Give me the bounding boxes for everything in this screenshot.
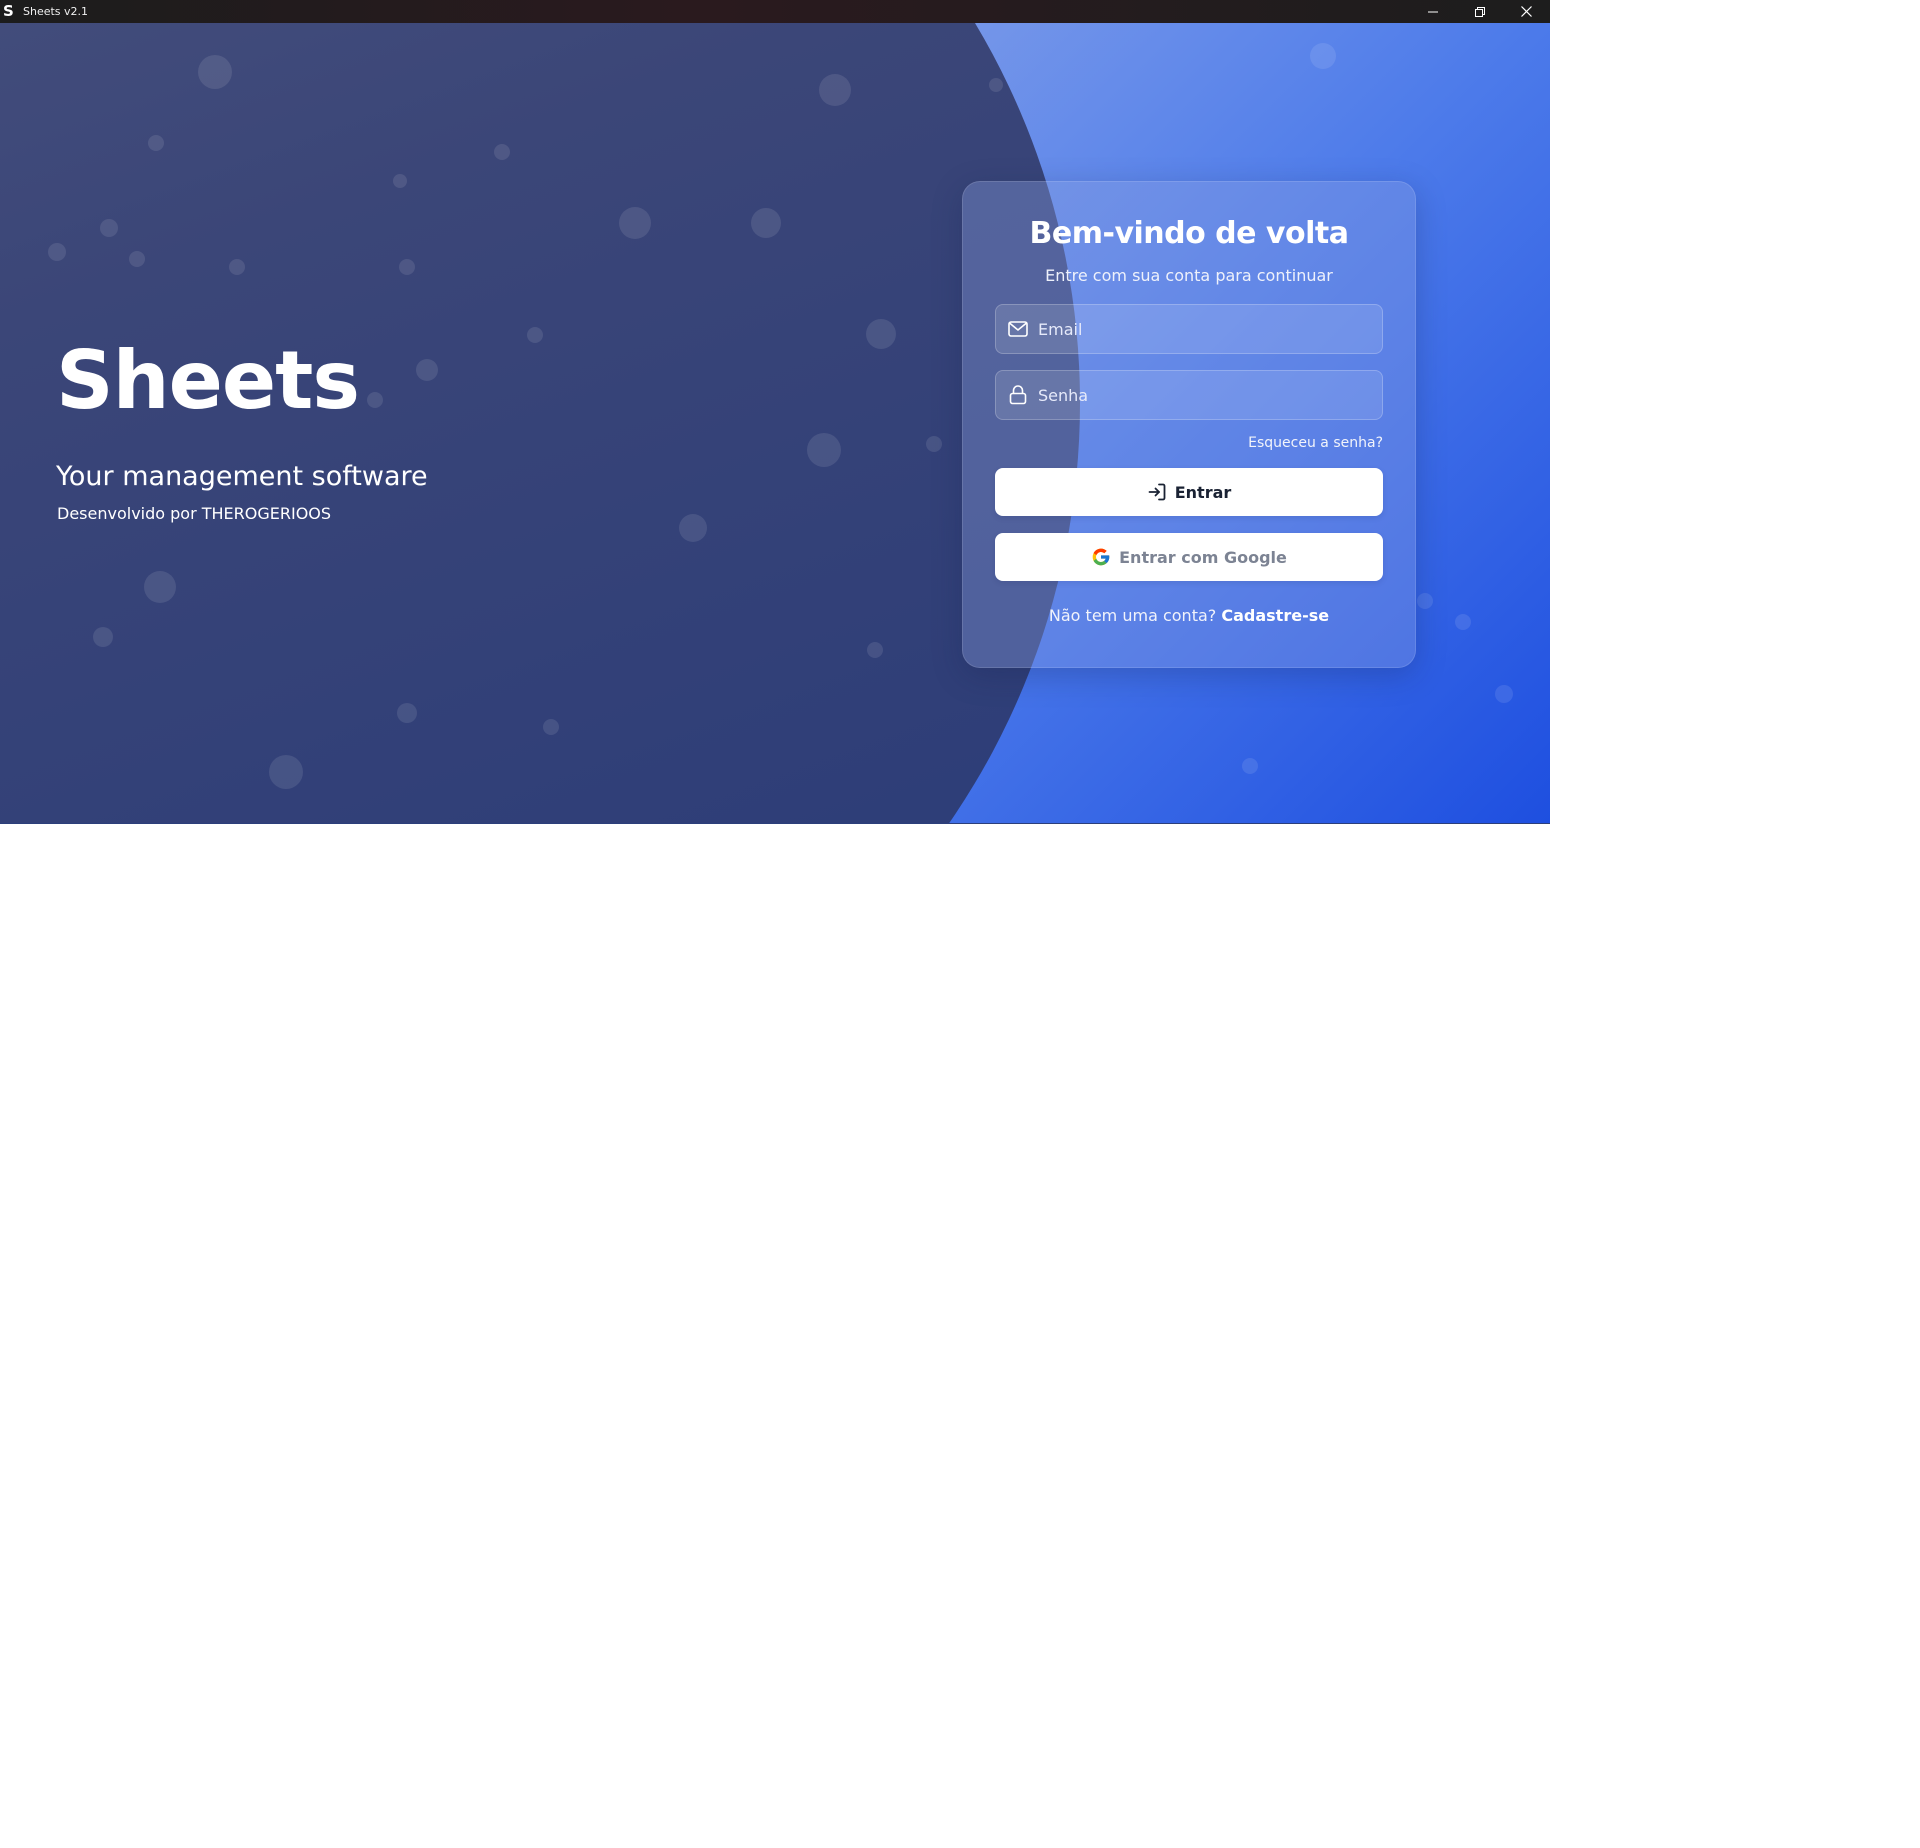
background-bubble (269, 755, 303, 789)
background-bubble (807, 433, 841, 467)
email-input[interactable] (1036, 304, 1382, 354)
login-arrow-icon (1147, 482, 1167, 502)
background-bubble (494, 144, 510, 160)
background-bubble (229, 259, 245, 275)
background-bubble (129, 251, 145, 267)
background-bubble (416, 359, 438, 381)
google-login-button[interactable]: Entrar com Google (995, 533, 1383, 581)
background-bubble (93, 627, 113, 647)
background-bubble (1455, 614, 1471, 630)
window-controls (1409, 0, 1550, 23)
background-bubble (866, 319, 896, 349)
signup-line: Não tem uma conta? Cadastre-se (963, 606, 1415, 625)
login-card: Bem-vindo de volta Entre com sua conta p… (962, 181, 1416, 668)
close-icon (1521, 6, 1532, 17)
minimize-button[interactable] (1409, 0, 1456, 23)
background-bubble (148, 135, 164, 151)
background-bubble (751, 208, 781, 238)
background-bubble (619, 207, 651, 239)
title-bar[interactable]: S Sheets v2.1 (0, 0, 1550, 23)
background-bubble (397, 703, 417, 723)
background-bubble (399, 259, 415, 275)
app-window: S Sheets v2.1 Sheets Your management sof… (0, 0, 1550, 824)
hero-subtitle: Your management software (56, 461, 428, 492)
background-bubble (819, 74, 851, 106)
login-title: Bem-vindo de volta (1029, 216, 1349, 251)
signup-prompt: Não tem uma conta? (1048, 606, 1217, 625)
minimize-icon (1427, 11, 1438, 12)
forgot-password-link[interactable]: Esqueceu a senha? (1248, 435, 1383, 451)
background-bubble (679, 514, 707, 542)
restore-button[interactable] (1456, 0, 1503, 23)
password-field[interactable] (995, 370, 1383, 420)
lock-icon (1007, 384, 1029, 406)
signup-link[interactable]: Cadastre-se (1221, 606, 1329, 625)
background-bubble (100, 219, 118, 237)
login-button-label: Entrar (1174, 482, 1232, 502)
window-title: Sheets v2.1 (23, 5, 89, 18)
google-icon (1091, 547, 1111, 567)
login-button[interactable]: Entrar (995, 468, 1383, 516)
mail-icon (1007, 318, 1029, 340)
background-bubble (367, 392, 383, 408)
hero-credit: Desenvolvido por THEROGERIOOS (57, 504, 332, 523)
window-bottom-border (0, 823, 1550, 824)
background-bubble (393, 174, 407, 188)
hero-title: Sheets (56, 334, 360, 427)
background-stage: Sheets Your management software Desenvol… (0, 23, 1550, 823)
background-bubble (926, 436, 942, 452)
restore-icon (1474, 6, 1485, 17)
background-bubble (527, 327, 543, 343)
background-bubble (1495, 685, 1513, 703)
background-bubble (48, 243, 66, 261)
background-bubble (543, 719, 559, 735)
google-button-label: Entrar com Google (1119, 547, 1287, 567)
background-bubble (1242, 758, 1258, 774)
background-bubble (198, 55, 232, 89)
background-bubble (1417, 593, 1433, 609)
close-button[interactable] (1503, 0, 1550, 23)
background-bubble (989, 78, 1003, 92)
background-bubble (1310, 43, 1336, 69)
background-bubble (144, 571, 176, 603)
login-subtitle: Entre com sua conta para continuar (1045, 266, 1333, 285)
password-input[interactable] (1036, 370, 1382, 420)
app-logo-icon: S (3, 2, 14, 20)
background-bubble (867, 642, 883, 658)
email-field[interactable] (995, 304, 1383, 354)
